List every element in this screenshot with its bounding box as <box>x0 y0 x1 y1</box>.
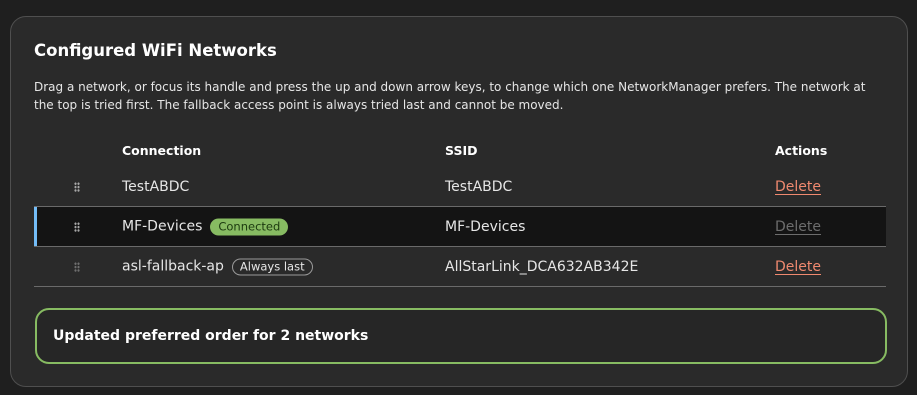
success-alert: Updated preferred order for 2 networks <box>35 308 887 364</box>
connection-cell: asl-fallback-ap Always last <box>122 258 313 275</box>
actions-cell: Delete <box>775 219 821 235</box>
delete-button[interactable]: Delete <box>775 179 821 195</box>
ssid-cell: MF-Devices <box>445 218 526 235</box>
drag-handle-icon[interactable] <box>74 221 80 232</box>
ssid-cell: TestABDC <box>445 179 513 195</box>
table-row: asl-fallback-ap Always last AllStarLink_… <box>34 247 886 287</box>
table-row[interactable]: TestABDC TestABDC Delete <box>34 168 886 207</box>
card-title: Configured WiFi Networks <box>34 41 277 60</box>
delete-button[interactable]: Delete <box>775 259 821 275</box>
drag-handle-icon <box>74 261 80 272</box>
table-row[interactable]: MF-Devices Connected MF-Devices Delete <box>34 207 886 247</box>
connected-badge: Connected <box>210 218 289 235</box>
actions-cell: Delete <box>775 179 821 195</box>
connection-cell: MF-Devices Connected <box>122 218 289 235</box>
table-header: Connection SSID Actions <box>34 134 886 168</box>
card-description: Drag a network, or focus its handle and … <box>34 80 866 112</box>
actions-cell: Delete <box>775 259 821 275</box>
always-last-badge: Always last <box>231 258 313 275</box>
alert-message: Updated preferred order for 2 networks <box>53 328 369 344</box>
wifi-networks-card: Configured WiFi Networks Drag a network,… <box>10 16 908 387</box>
networks-table: Connection SSID Actions TestABDC TestABD… <box>34 134 886 287</box>
column-header-actions: Actions <box>775 143 828 158</box>
connection-name: MF-Devices <box>122 218 203 235</box>
drag-handle-icon[interactable] <box>74 182 80 192</box>
delete-button-disabled: Delete <box>775 218 821 235</box>
column-header-ssid: SSID <box>445 143 478 158</box>
connection-cell: TestABDC <box>122 179 189 195</box>
connection-name: TestABDC <box>122 179 190 195</box>
connection-name: asl-fallback-ap <box>122 258 224 275</box>
ssid-cell: AllStarLink_DCA632AB342E <box>445 258 639 275</box>
column-header-connection: Connection <box>122 143 202 158</box>
